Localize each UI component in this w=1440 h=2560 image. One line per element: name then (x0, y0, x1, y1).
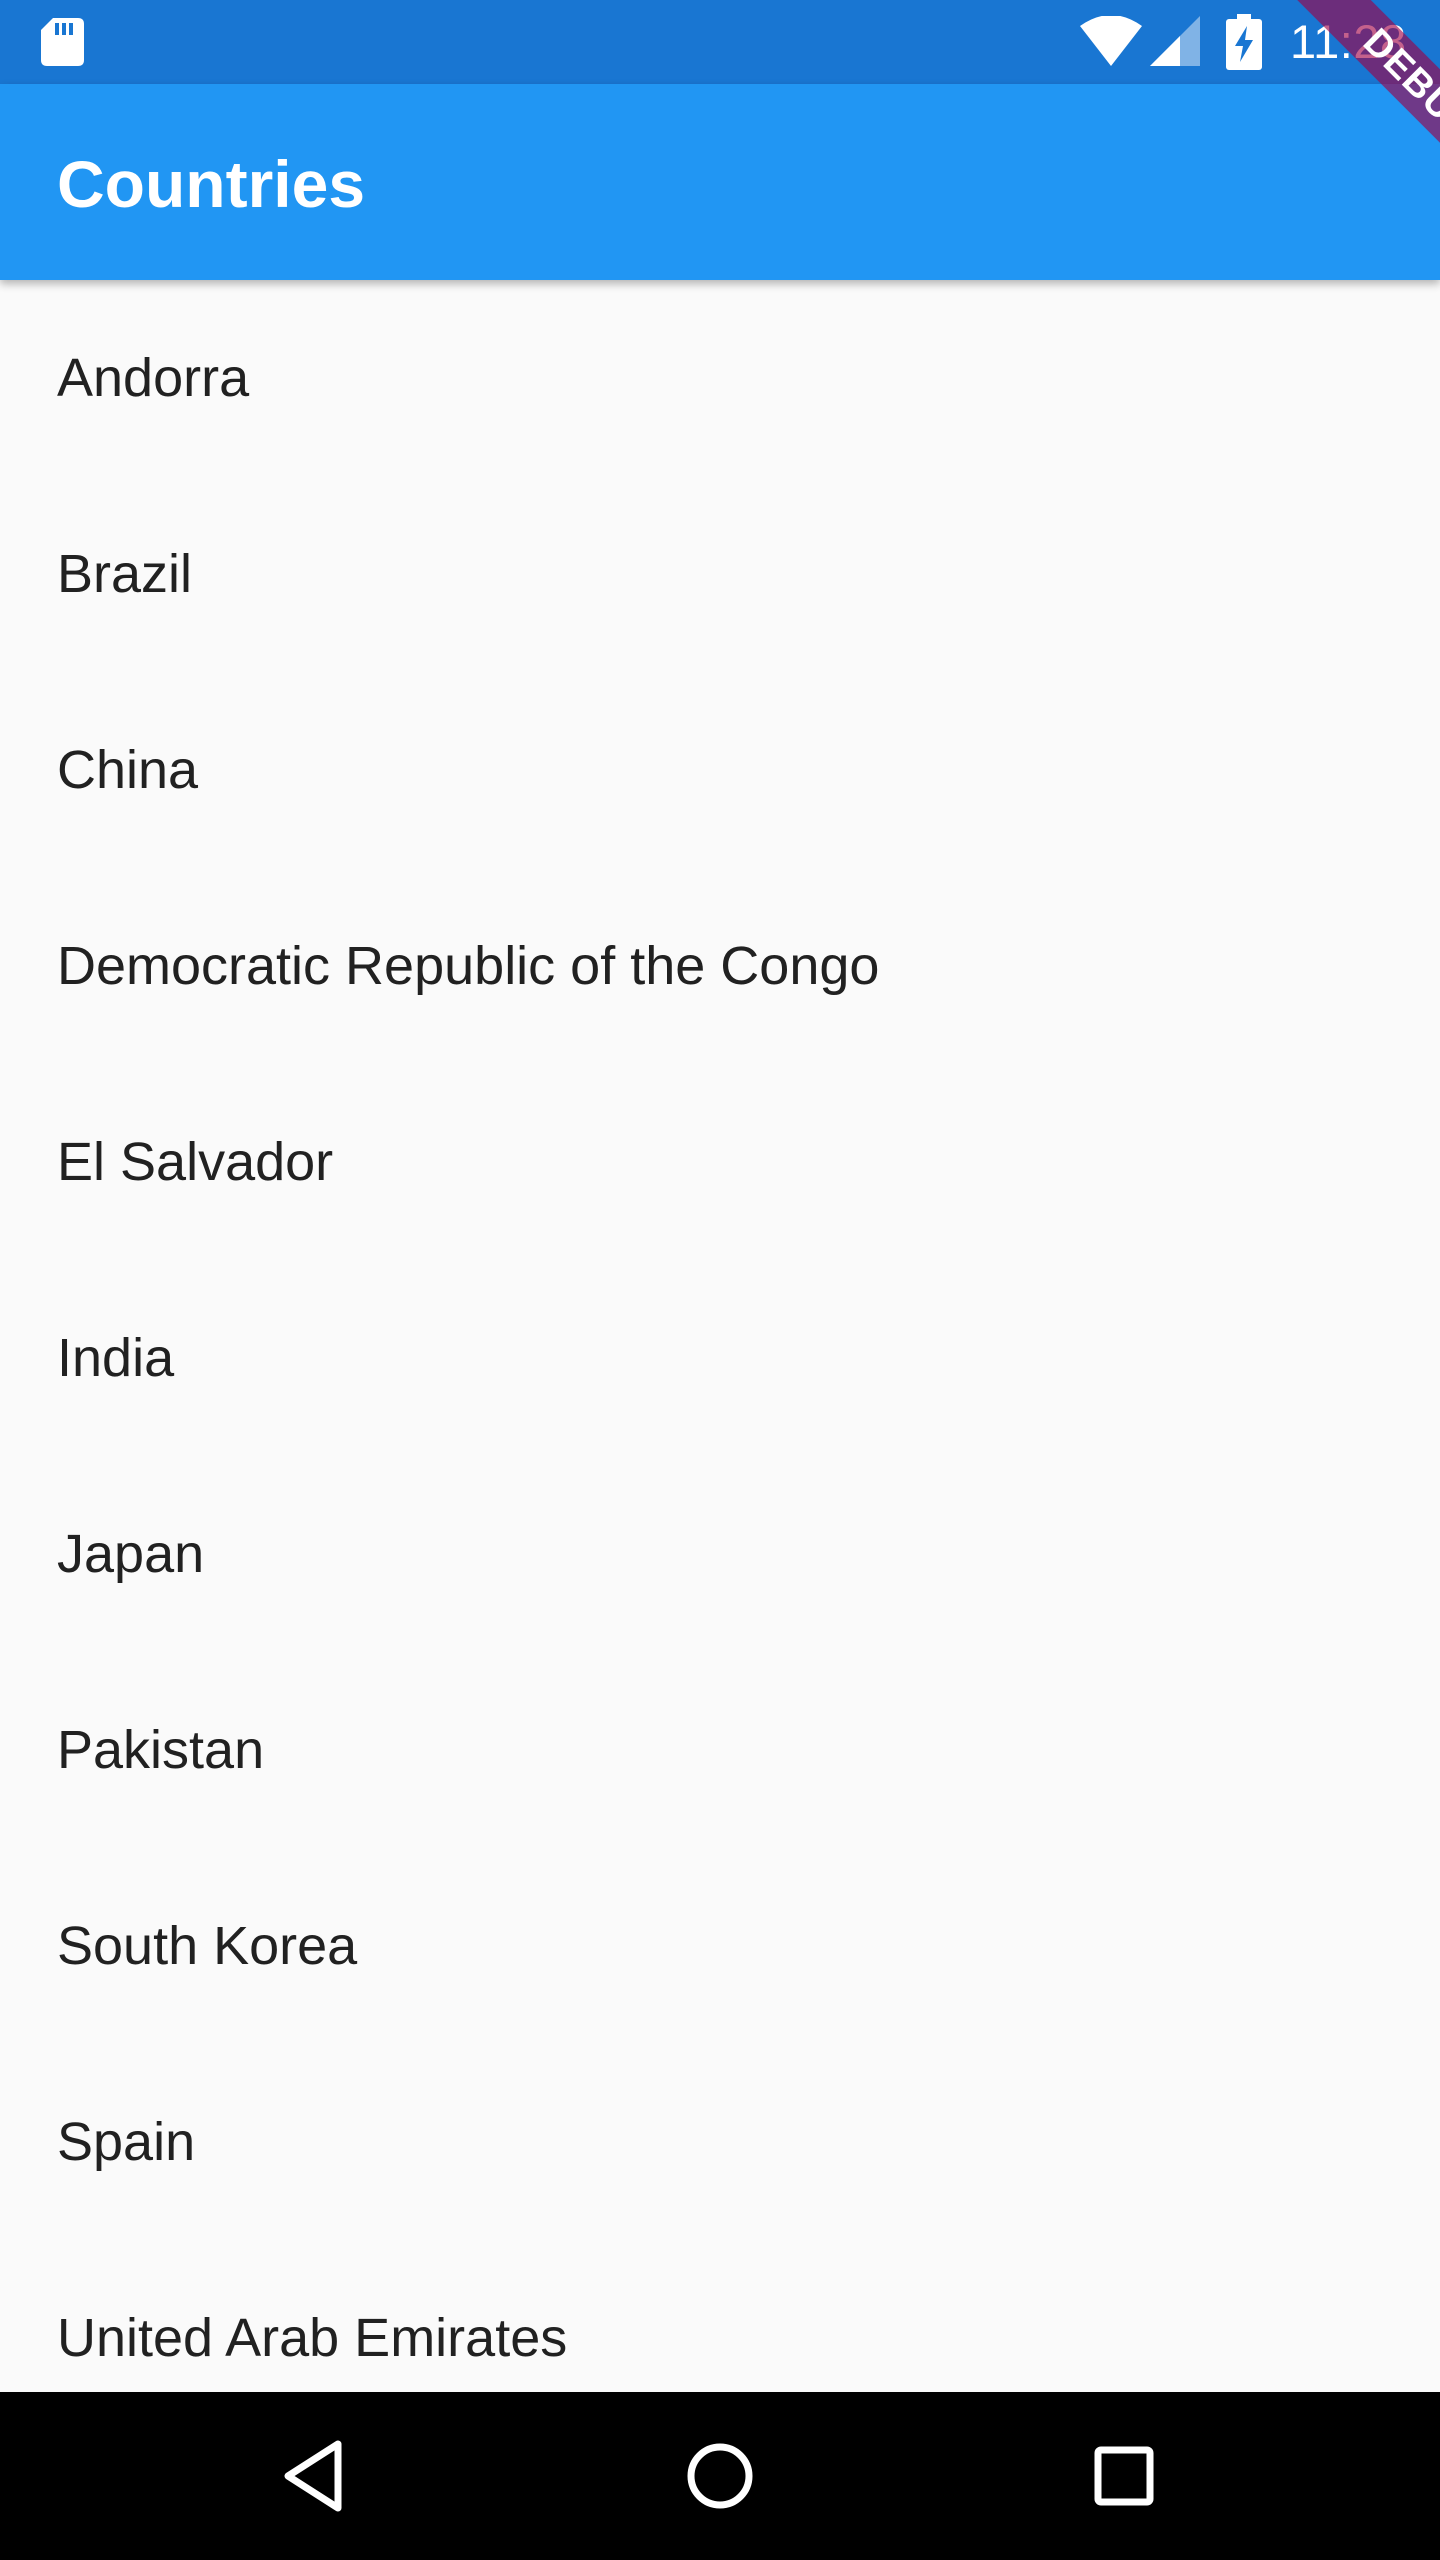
list-item-label: China (57, 740, 199, 800)
list-item[interactable]: United Arab Emirates (0, 2240, 1440, 2392)
list-item[interactable]: Spain (0, 2044, 1440, 2240)
page-title: Countries (57, 147, 366, 221)
app-bar: Countries (0, 84, 1440, 280)
signal-icon (1150, 16, 1200, 66)
list-item-label: Pakistan (57, 1720, 265, 1780)
list-item-label: Japan (57, 1524, 205, 1584)
list-item[interactable]: India (0, 1260, 1440, 1456)
battery-charging-icon (1226, 14, 1262, 70)
country-list[interactable]: Andorra Brazil China Democratic Republic… (0, 280, 1440, 2392)
recents-icon[interactable] (1074, 2426, 1174, 2526)
list-item[interactable]: China (0, 672, 1440, 868)
list-item-label: United Arab Emirates (57, 2308, 568, 2368)
list-item-label: India (57, 1328, 175, 1388)
list-item[interactable]: Pakistan (0, 1652, 1440, 1848)
status-bar: 11:28 (0, 0, 1440, 84)
list-item-label: Brazil (57, 544, 193, 604)
list-item-label: El Salvador (57, 1132, 334, 1192)
wifi-icon (1080, 16, 1142, 66)
list-item-label: Andorra (57, 348, 250, 408)
back-icon[interactable] (266, 2426, 366, 2526)
list-item[interactable]: Democratic Republic of the Congo (0, 868, 1440, 1064)
list-item-label: South Korea (57, 1916, 358, 1976)
list-item[interactable]: Andorra (0, 280, 1440, 476)
sd-card-icon (41, 18, 84, 66)
list-item[interactable]: Brazil (0, 476, 1440, 672)
navigation-bar (0, 2392, 1440, 2560)
list-item[interactable]: South Korea (0, 1848, 1440, 2044)
list-item[interactable]: Japan (0, 1456, 1440, 1652)
list-item-label: Democratic Republic of the Congo (57, 936, 880, 996)
list-item[interactable]: El Salvador (0, 1064, 1440, 1260)
list-item-label: Spain (57, 2112, 196, 2172)
home-icon[interactable] (670, 2426, 770, 2526)
